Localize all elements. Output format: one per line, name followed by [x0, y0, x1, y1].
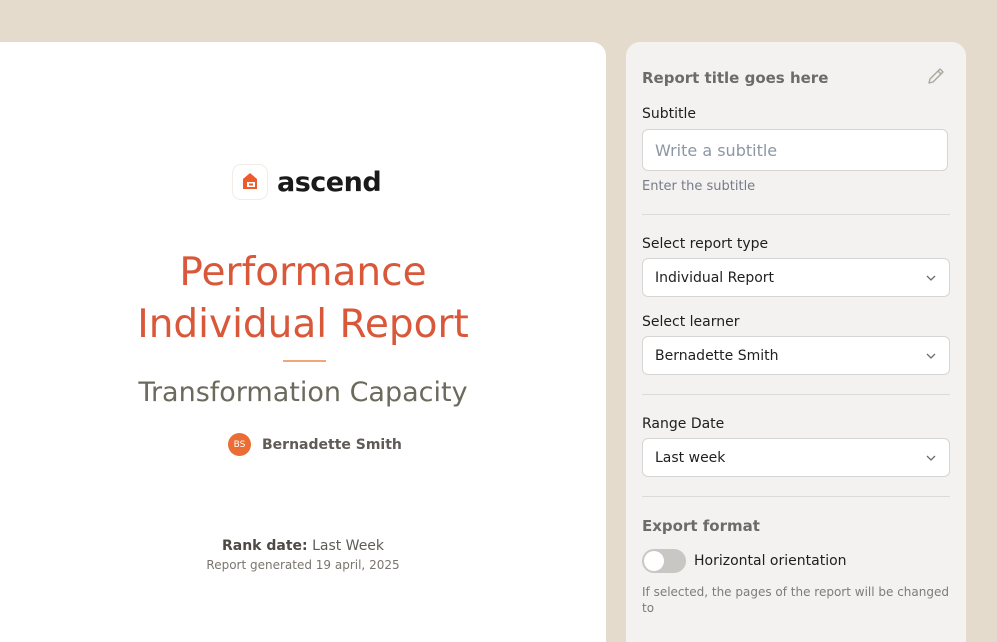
learner-name: Bernadette Smith — [262, 436, 402, 453]
orientation-help: If selected, the pages of the report wil… — [642, 585, 949, 615]
report-type-value: Individual Report — [655, 269, 775, 286]
learner-label: Select learner — [642, 314, 740, 330]
orientation-toggle[interactable] — [642, 549, 686, 573]
range-date-select[interactable]: Last week — [642, 438, 950, 477]
title-divider — [283, 360, 326, 362]
range-date-value: Last week — [655, 449, 726, 466]
range-date-label: Range Date — [642, 416, 725, 432]
generated-date: Report generated 19 april, 2025 — [206, 558, 400, 572]
ascend-logo-icon — [233, 165, 267, 199]
settings-panel: Report title goes here Subtitle Enter th… — [626, 42, 966, 642]
toggle-knob — [644, 551, 664, 571]
divider — [642, 496, 950, 497]
report-preview: ascend Performance Individual Report Tra… — [0, 42, 606, 642]
chevron-down-icon — [926, 455, 936, 461]
edit-pencil-icon[interactable] — [926, 66, 946, 86]
learner-value: Bernadette Smith — [655, 347, 779, 364]
report-title-field[interactable]: Report title goes here — [642, 69, 828, 87]
learner-chip: BS Bernadette Smith — [228, 433, 402, 456]
chevron-down-icon — [926, 275, 936, 281]
export-format-title: Export format — [642, 517, 760, 535]
report-subject: Transformation Capacity — [138, 377, 468, 408]
report-title-line-2: Individual Report — [137, 302, 469, 347]
report-title: Performance Individual Report — [0, 247, 606, 351]
rank-date: Rank date: Last Week — [0, 538, 606, 554]
subtitle-helper: Enter the subtitle — [642, 179, 756, 194]
orientation-row: Horizontal orientation — [642, 549, 847, 573]
divider — [642, 394, 950, 395]
report-title-line-1: Performance — [179, 250, 427, 295]
divider — [642, 214, 950, 215]
orientation-label: Horizontal orientation — [694, 553, 847, 569]
subtitle-input[interactable] — [643, 130, 947, 170]
brand-logo: ascend — [233, 165, 382, 199]
report-type-select[interactable]: Individual Report — [642, 258, 950, 297]
learner-select[interactable]: Bernadette Smith — [642, 336, 950, 375]
avatar: BS — [228, 433, 251, 456]
logo-text: ascend — [277, 166, 382, 198]
subtitle-label: Subtitle — [642, 106, 697, 122]
report-type-label: Select report type — [642, 236, 769, 252]
rank-date-label: Rank date: — [221, 538, 308, 554]
chevron-down-icon — [926, 353, 936, 359]
subtitle-field[interactable] — [642, 129, 948, 171]
rank-date-value: Last Week — [312, 538, 385, 554]
